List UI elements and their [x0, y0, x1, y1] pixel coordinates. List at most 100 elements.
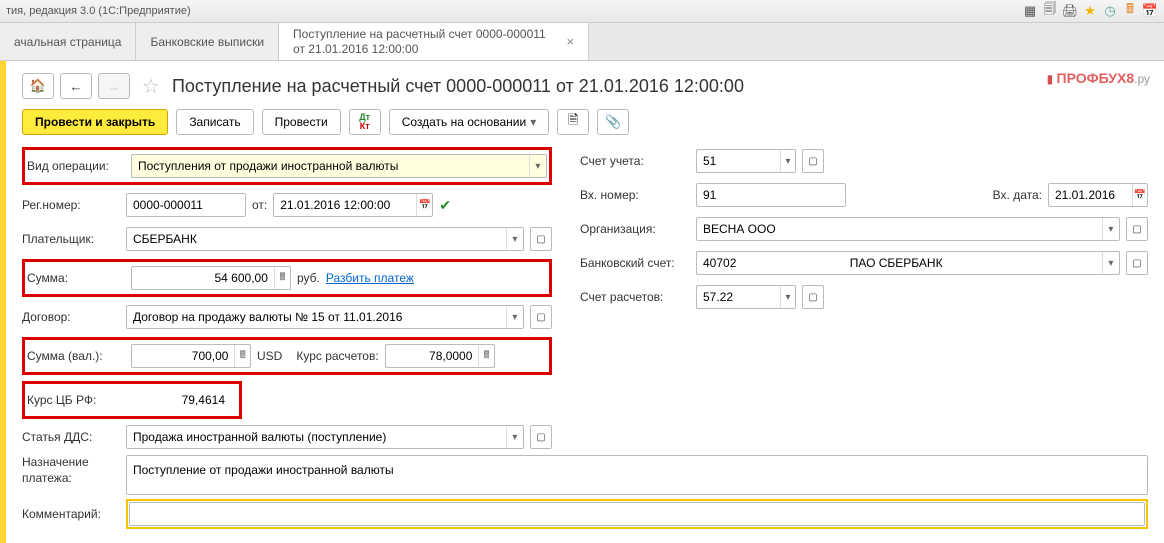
bank-acc-input[interactable] [697, 252, 1102, 274]
posted-check-icon: ✔ [439, 197, 451, 214]
dropdown-icon[interactable]: ▾ [1102, 218, 1119, 240]
cb-rate-input [131, 389, 231, 411]
dropdown-icon[interactable]: ▾ [506, 306, 523, 328]
dropdown-icon[interactable]: ▾ [529, 155, 546, 177]
star-fav-icon[interactable]: ★ [1082, 3, 1098, 19]
contract-field[interactable]: ▾ [126, 305, 524, 329]
op-type-label: Вид операции: [27, 159, 125, 173]
open-icon[interactable]: ▢ [530, 227, 552, 251]
open-icon[interactable]: ▢ [530, 425, 552, 449]
comment-label: Комментарий: [22, 507, 120, 521]
cb-rate-label: Курс ЦБ РФ: [27, 393, 125, 407]
bank-acc-label: Банковский счет: [580, 256, 690, 270]
post-button[interactable]: Провести [262, 109, 341, 135]
calc-icon[interactable]: 🖩 [1122, 3, 1138, 19]
icon-3[interactable]: 🖨 [1062, 3, 1078, 19]
payer-input[interactable] [127, 228, 506, 250]
comment-input[interactable] [130, 503, 1144, 525]
in-no-field[interactable] [696, 183, 846, 207]
calendar-icon[interactable]: 📅 [1132, 184, 1147, 206]
in-no-row: Вх. номер: Вх. дата: 📅 [580, 181, 1148, 209]
dropdown-icon[interactable]: ▾ [506, 228, 523, 250]
calc-icon[interactable]: 🖩 [478, 345, 493, 367]
op-type-input[interactable] [132, 155, 529, 177]
contract-input[interactable] [127, 306, 506, 328]
icon-1[interactable]: ▦ [1022, 3, 1038, 19]
attach-button[interactable]: 📎 [597, 109, 629, 135]
settle-acc-input[interactable] [697, 286, 780, 308]
rate-calc-field[interactable]: 🖩 [385, 344, 495, 368]
content-area: ▮ ПРОФБУХ8.ру 🏠 ← → ☆ Поступление на рас… [0, 61, 1164, 543]
dropdown-icon[interactable]: ▾ [1102, 252, 1119, 274]
dds-label: Статья ДДС: [22, 430, 120, 444]
window-title-bar: тия, редакция 3.0 (1С:Предприятие) ▦ 🗐 🖨… [0, 0, 1164, 23]
payer-field[interactable]: ▾ [126, 227, 524, 251]
amount-input[interactable] [132, 267, 274, 289]
tab-document[interactable]: Поступление на расчетный счет 0000-00001… [279, 23, 589, 60]
account-label: Счет учета: [580, 154, 690, 168]
calendar-icon[interactable]: 📅 [416, 194, 432, 216]
reg-date-input[interactable] [274, 194, 416, 216]
account-field[interactable]: ▾ [696, 149, 796, 173]
tab-strip: ачальная страница Банковские выписки Пос… [0, 23, 1164, 61]
cb-rate-field [131, 388, 231, 412]
org-field[interactable]: ▾ [696, 217, 1120, 241]
purpose-label: Назначение платежа: [22, 455, 120, 486]
from-label: от: [252, 198, 267, 212]
reg-date-field[interactable]: 📅 [273, 193, 433, 217]
in-no-input[interactable] [697, 184, 845, 206]
in-date-field[interactable]: 📅 [1048, 183, 1148, 207]
bank-acc-field[interactable]: ▾ [696, 251, 1120, 275]
dropdown-icon[interactable]: ▾ [780, 286, 795, 308]
in-date-input[interactable] [1049, 184, 1132, 206]
purpose-field[interactable] [126, 455, 1148, 495]
back-button[interactable]: ← [60, 73, 92, 99]
reg-no-field[interactable] [126, 193, 246, 217]
dropdown-icon[interactable]: ▾ [506, 426, 523, 448]
reg-row: Рег.номер: от: 📅 ✔ [22, 191, 552, 219]
print-button[interactable]: 🗎 [557, 109, 589, 135]
favorite-icon[interactable]: ☆ [142, 74, 160, 99]
calendar-icon[interactable]: 📅 [1142, 3, 1158, 19]
org-label: Организация: [580, 222, 690, 236]
amount-cur-field[interactable]: 🖩 [131, 344, 251, 368]
usd-label: USD [257, 349, 282, 363]
amount-field[interactable]: 🖩 [131, 266, 291, 290]
rate-calc-input[interactable] [386, 345, 479, 367]
post-and-close-button[interactable]: Провести и закрыть [22, 109, 168, 135]
settle-acc-field[interactable]: ▾ [696, 285, 796, 309]
forward-button: → [98, 73, 130, 99]
open-icon[interactable]: ▢ [802, 149, 824, 173]
dtkt-button[interactable]: ДтКт [349, 109, 381, 135]
comment-field[interactable] [129, 502, 1145, 526]
icon-5[interactable]: ◷ [1102, 3, 1118, 19]
account-input[interactable] [697, 150, 780, 172]
op-type-field[interactable]: ▾ [131, 154, 547, 178]
icon-2[interactable]: 🗐 [1042, 3, 1058, 19]
titlebar-icons: ▦ 🗐 🖨 ★ ◷ 🖩 📅 [1022, 3, 1158, 19]
calc-icon[interactable]: 🖩 [274, 267, 290, 289]
org-input[interactable] [697, 218, 1102, 240]
amount-cur-input[interactable] [132, 345, 234, 367]
dropdown-icon[interactable]: ▾ [780, 150, 795, 172]
form: Вид операции: ▾ Рег.номер: от: 📅 ✔ [22, 147, 1148, 529]
dds-field[interactable]: ▾ [126, 425, 524, 449]
open-icon[interactable]: ▢ [1126, 251, 1148, 275]
split-payment-link[interactable]: Разбить платеж [326, 271, 414, 285]
account-row: Счет учета: ▾ ▢ [580, 147, 1148, 175]
save-button[interactable]: Записать [176, 109, 253, 135]
open-icon[interactable]: ▢ [802, 285, 824, 309]
tab-home[interactable]: ачальная страница [0, 23, 136, 60]
reg-no-input[interactable] [127, 194, 245, 216]
home-button[interactable]: 🏠 [22, 73, 54, 99]
purpose-input[interactable] [127, 459, 1147, 481]
calc-icon[interactable]: 🖩 [234, 345, 250, 367]
dds-input[interactable] [127, 426, 506, 448]
amount-cur-label: Сумма (вал.): [27, 349, 125, 363]
open-icon[interactable]: ▢ [530, 305, 552, 329]
bank-acc-row: Банковский счет: ▾ ▢ [580, 249, 1148, 277]
open-icon[interactable]: ▢ [1126, 217, 1148, 241]
tab-bank-statements[interactable]: Банковские выписки [136, 23, 279, 60]
create-based-button[interactable]: Создать на основании [389, 109, 550, 135]
close-icon[interactable]: × [566, 34, 574, 49]
